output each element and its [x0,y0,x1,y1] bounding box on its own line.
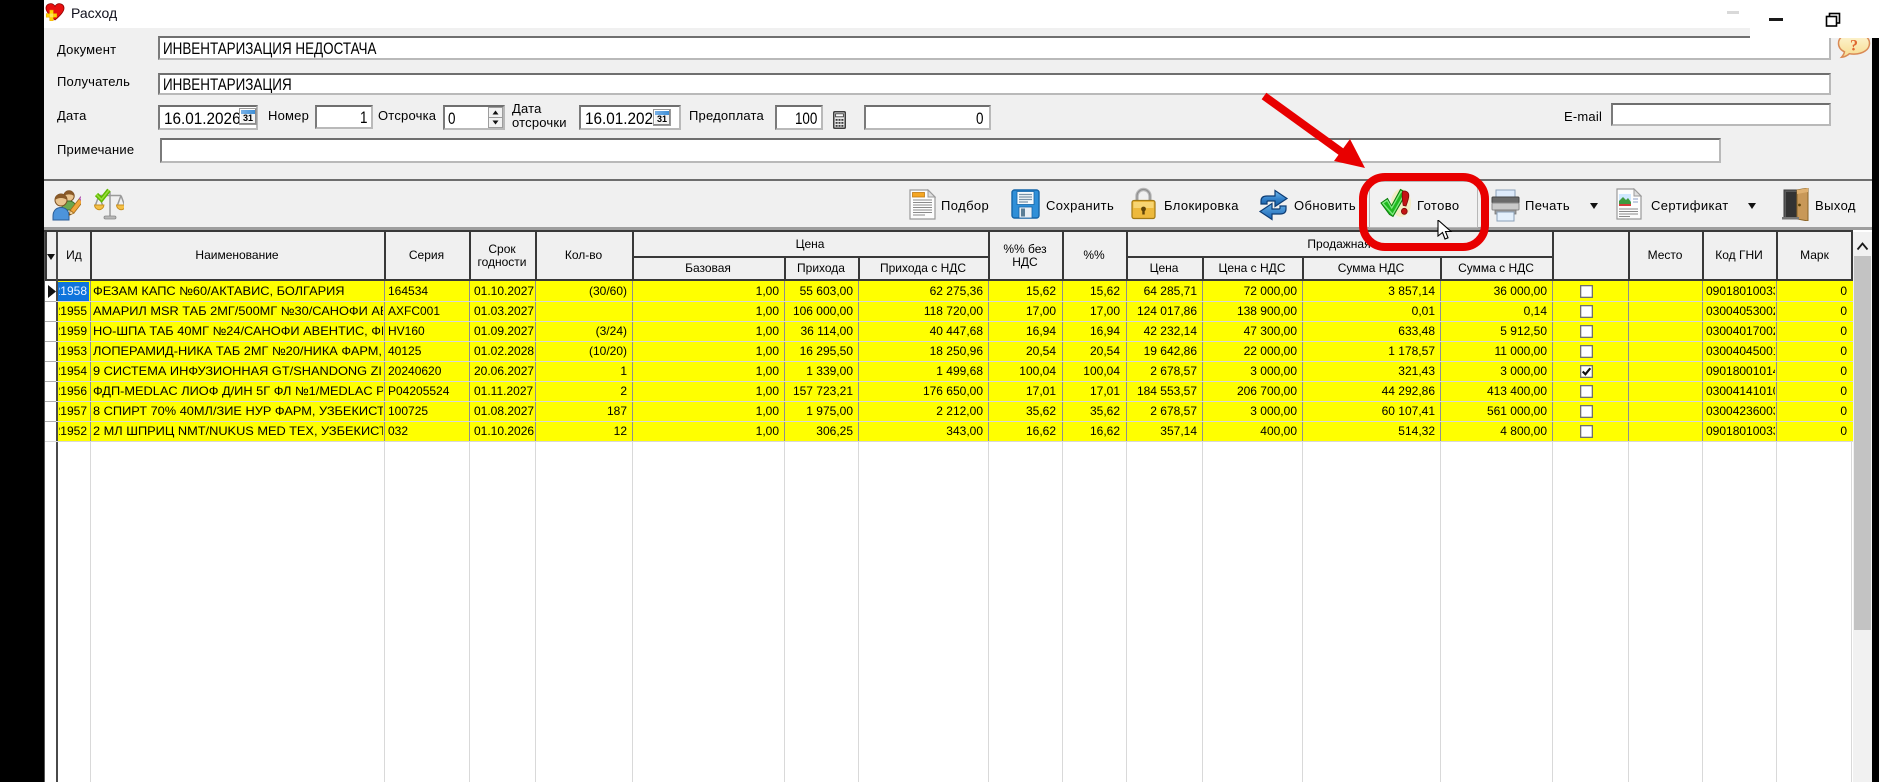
svg-text:?: ? [1850,38,1858,55]
